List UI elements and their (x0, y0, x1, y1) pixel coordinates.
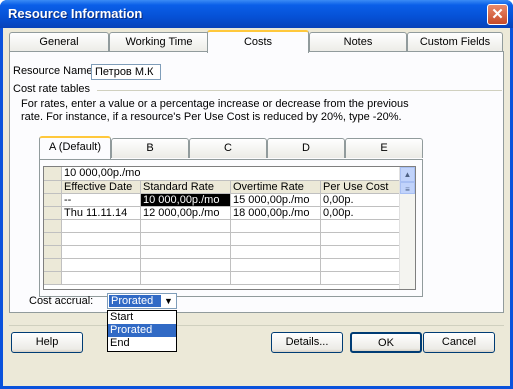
cancel-button[interactable]: Cancel (423, 332, 495, 353)
close-button[interactable]: ✕ (487, 4, 508, 25)
resource-name-label: Resource Name: (13, 65, 96, 77)
table-cell[interactable] (321, 259, 400, 272)
details-button[interactable]: Details... (271, 332, 343, 353)
col-per-use-cost: Per Use Cost (321, 181, 400, 194)
scroll-up-icon: ▲ (403, 170, 412, 179)
row-header (44, 207, 62, 220)
table-cell[interactable] (62, 246, 141, 259)
button-separator (9, 325, 504, 326)
table-cell[interactable] (141, 272, 231, 285)
dialog-window: Resource Information ✕ General Working T… (0, 0, 513, 389)
col-overtime-rate: Overtime Rate (231, 181, 321, 194)
tab-notes[interactable]: Notes (309, 32, 407, 52)
rate-table-tabs: A (Default) B C D E (39, 136, 423, 159)
rate-grid: 10 000,00р./mo Effective Date Standard R… (43, 166, 416, 290)
row-header (44, 272, 62, 285)
dialog-client-area: General Working Time Costs Notes Custom … (3, 28, 510, 386)
table-cell[interactable] (141, 246, 231, 259)
scroll-up-button[interactable]: ▲ (400, 167, 415, 182)
window-title: Resource Information (8, 6, 143, 21)
table-cell[interactable] (321, 272, 400, 285)
row-header (44, 259, 62, 272)
row-header (44, 246, 62, 259)
table-cell[interactable]: 12 000,00р./mo (141, 207, 231, 220)
tab-rate-e[interactable]: E (345, 138, 423, 158)
cost-rate-description: For rates, enter a value or a percentage… (21, 98, 409, 123)
grid-corner (44, 167, 62, 181)
table-cell[interactable] (62, 233, 141, 246)
table-cell[interactable] (231, 272, 321, 285)
table-cell[interactable] (141, 259, 231, 272)
title-bar[interactable]: Resource Information ✕ (0, 0, 513, 28)
grip-icon: ≡ (405, 185, 410, 194)
help-button[interactable]: Help (11, 332, 83, 353)
row-header-corner (44, 181, 62, 194)
main-tabs: General Working Time Costs Notes Custom … (9, 30, 503, 53)
cost-accrual-dropdown[interactable]: Prorated ▼ (107, 293, 177, 309)
ok-button[interactable]: OK (350, 332, 422, 353)
table-cell[interactable]: Thu 11.11.14 (62, 207, 141, 220)
tab-rate-c[interactable]: C (189, 138, 267, 158)
chevron-down-icon[interactable]: ▼ (161, 294, 176, 308)
cost-accrual-selected: Prorated (109, 295, 161, 307)
cost-accrual-options: Start Prorated End (107, 310, 177, 352)
table-cell[interactable] (231, 220, 321, 233)
option-end[interactable]: End (108, 337, 176, 350)
close-icon: ✕ (491, 6, 504, 23)
table-cell[interactable] (62, 259, 141, 272)
table-cell[interactable] (141, 220, 231, 233)
tab-general[interactable]: General (9, 32, 109, 52)
option-start[interactable]: Start (108, 311, 176, 324)
table-cell[interactable]: 18 000,00р./mo (231, 207, 321, 220)
table-cell[interactable] (321, 246, 400, 259)
col-effective-date: Effective Date (62, 181, 141, 194)
table-cell-selected[interactable]: 10 000,00р./mo (141, 194, 231, 207)
tab-custom-fields[interactable]: Custom Fields (407, 32, 503, 52)
option-prorated[interactable]: Prorated (108, 324, 176, 337)
table-cell[interactable] (231, 259, 321, 272)
row-header (44, 194, 62, 207)
row-header (44, 220, 62, 233)
scroll-thumb[interactable]: ≡ (400, 182, 415, 194)
table-cell[interactable]: 0,00р. (321, 194, 400, 207)
tab-costs[interactable]: Costs (207, 30, 309, 53)
table-cell[interactable] (231, 233, 321, 246)
table-cell[interactable]: 0,00р. (321, 207, 400, 220)
tab-working-time[interactable]: Working Time (109, 32, 209, 52)
tab-rate-d[interactable]: D (267, 138, 345, 158)
col-standard-rate: Standard Rate (141, 181, 231, 194)
group-divider (97, 90, 502, 91)
table-cell[interactable] (231, 246, 321, 259)
tab-rate-b[interactable]: B (111, 138, 189, 158)
table-cell[interactable] (321, 220, 400, 233)
table-cell[interactable] (321, 233, 400, 246)
table-cell[interactable]: -- (62, 194, 141, 207)
row-header (44, 233, 62, 246)
table-cell[interactable] (62, 220, 141, 233)
table-cell[interactable]: 15 000,00р./mo (231, 194, 321, 207)
grid-edit-bar[interactable]: 10 000,00р./mo (62, 167, 400, 181)
table-cell[interactable] (141, 233, 231, 246)
table-cell[interactable] (62, 272, 141, 285)
vertical-scrollbar[interactable]: ▲ ≡ (399, 167, 415, 289)
cost-accrual-label: Cost accrual: (29, 295, 94, 307)
rate-table-panel: 10 000,00р./mo Effective Date Standard R… (39, 159, 423, 297)
tab-rate-a[interactable]: A (Default) (39, 136, 111, 159)
cost-rate-tables-heading: Cost rate tables (13, 83, 91, 95)
resource-name-field[interactable]: Петров М.К (91, 64, 161, 80)
